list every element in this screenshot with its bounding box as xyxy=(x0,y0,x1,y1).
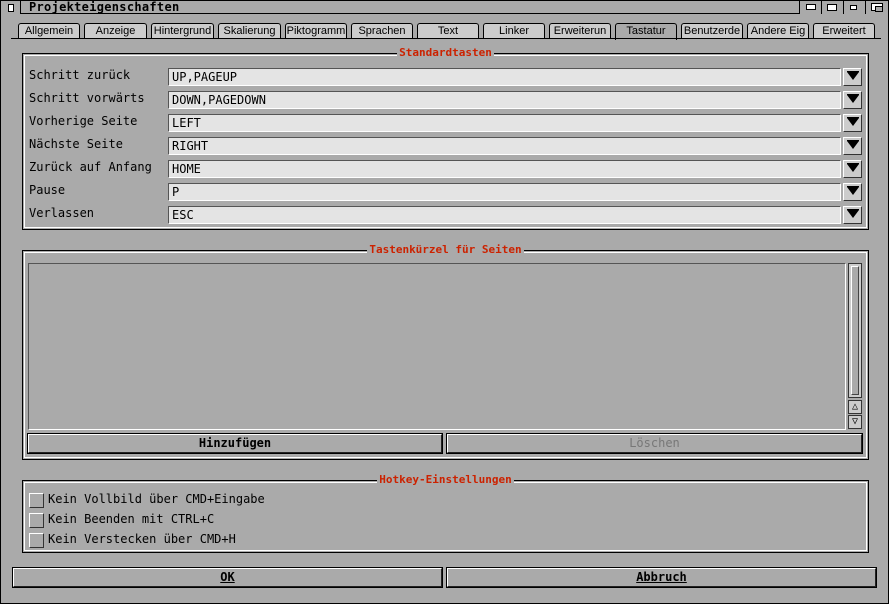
cancel-label: Abbruch xyxy=(636,570,687,584)
quit-dropdown-icon[interactable] xyxy=(843,206,862,224)
title-bar[interactable]: Projekteigenschaften xyxy=(1,0,888,14)
hotkey-settings-title: Hotkey-Einstellungen xyxy=(377,473,514,486)
snapshot-gadget-icon[interactable] xyxy=(821,1,843,14)
tab-hintergrund[interactable]: Hintergrund xyxy=(151,23,214,39)
no-fullscreen-label: Kein Vollbild über CMD+Eingabe xyxy=(48,492,265,506)
tab-andere-eigenschaften[interactable]: Andere Eig xyxy=(747,23,809,39)
zoom-gadget-icon[interactable] xyxy=(843,1,865,14)
label-pause: Pause xyxy=(29,183,66,197)
tab-text[interactable]: Text xyxy=(417,23,479,39)
scroll-down-arrow-icon[interactable]: ▽ xyxy=(848,415,862,429)
no-hide-checkbox[interactable] xyxy=(29,533,44,548)
step-forward-field[interactable] xyxy=(168,91,841,109)
delete-shortcut-button[interactable]: Löschen xyxy=(446,433,863,454)
label-previous-page: Vorherige Seite xyxy=(29,114,138,128)
page-shortcuts-title: Tastenkürzel für Seiten xyxy=(367,243,524,256)
standard-keys-title: Standardtasten xyxy=(397,46,494,59)
tab-erweiterungen[interactable]: Erweiterun xyxy=(549,23,611,39)
tab-skalierung[interactable]: Skalierung xyxy=(218,23,281,39)
tab-benutzerdefiniert[interactable]: Benutzerde xyxy=(681,23,743,39)
scroll-up-arrow-icon[interactable]: △ xyxy=(848,400,862,414)
tab-bar: Allgemein Anzeige Hintergrund Skalierung… xyxy=(1,23,889,40)
quit-field[interactable] xyxy=(168,206,841,224)
project-properties-window: Projekteigenschaften Allgemein Anzeige H… xyxy=(0,0,889,604)
step-back-dropdown-icon[interactable] xyxy=(843,68,862,86)
ok-label: OK xyxy=(220,570,235,584)
ok-button[interactable]: OK xyxy=(12,567,443,588)
no-quit-label: Kein Beenden mit CTRL+C xyxy=(48,512,215,526)
shortcuts-scrollbar[interactable] xyxy=(848,263,862,398)
tab-allgemein[interactable]: Allgemein xyxy=(18,23,80,39)
page-shortcuts-list[interactable] xyxy=(28,263,846,430)
label-step-back: Schritt zurück xyxy=(29,68,131,82)
pause-field[interactable] xyxy=(168,183,841,201)
next-page-dropdown-icon[interactable] xyxy=(843,137,862,155)
next-page-field[interactable] xyxy=(168,137,841,155)
label-back-to-start: Zurück auf Anfang xyxy=(29,160,152,174)
tab-erweitert[interactable]: Erweitert xyxy=(813,23,875,39)
back-to-start-field[interactable] xyxy=(168,160,841,178)
close-gadget-icon[interactable] xyxy=(1,1,21,14)
tab-piktogramm[interactable]: Piktogramm xyxy=(285,23,347,39)
no-quit-checkbox[interactable] xyxy=(29,513,44,528)
cancel-button[interactable]: Abbruch xyxy=(446,567,877,588)
step-back-field[interactable] xyxy=(168,68,841,86)
step-forward-dropdown-icon[interactable] xyxy=(843,91,862,109)
depth-gadget-icon[interactable] xyxy=(865,1,888,14)
label-step-forward: Schritt vorwärts xyxy=(29,91,145,105)
tab-linker[interactable]: Linker xyxy=(483,23,545,39)
tab-anzeige[interactable]: Anzeige xyxy=(84,23,147,39)
label-next-page: Nächste Seite xyxy=(29,137,123,151)
previous-page-field[interactable] xyxy=(168,114,841,132)
no-hide-label: Kein Verstecken über CMD+H xyxy=(48,532,236,546)
iconify-gadget-icon[interactable] xyxy=(799,1,821,14)
tab-sprachen[interactable]: Sprachen xyxy=(351,23,413,39)
previous-page-dropdown-icon[interactable] xyxy=(843,114,862,132)
back-to-start-dropdown-icon[interactable] xyxy=(843,160,862,178)
pause-dropdown-icon[interactable] xyxy=(843,183,862,201)
add-shortcut-button[interactable]: Hinzufügen xyxy=(27,433,443,454)
tab-baseline xyxy=(11,38,881,39)
label-quit: Verlassen xyxy=(29,206,95,220)
no-fullscreen-checkbox[interactable] xyxy=(29,493,44,508)
window-title: Projekteigenschaften xyxy=(29,0,180,14)
